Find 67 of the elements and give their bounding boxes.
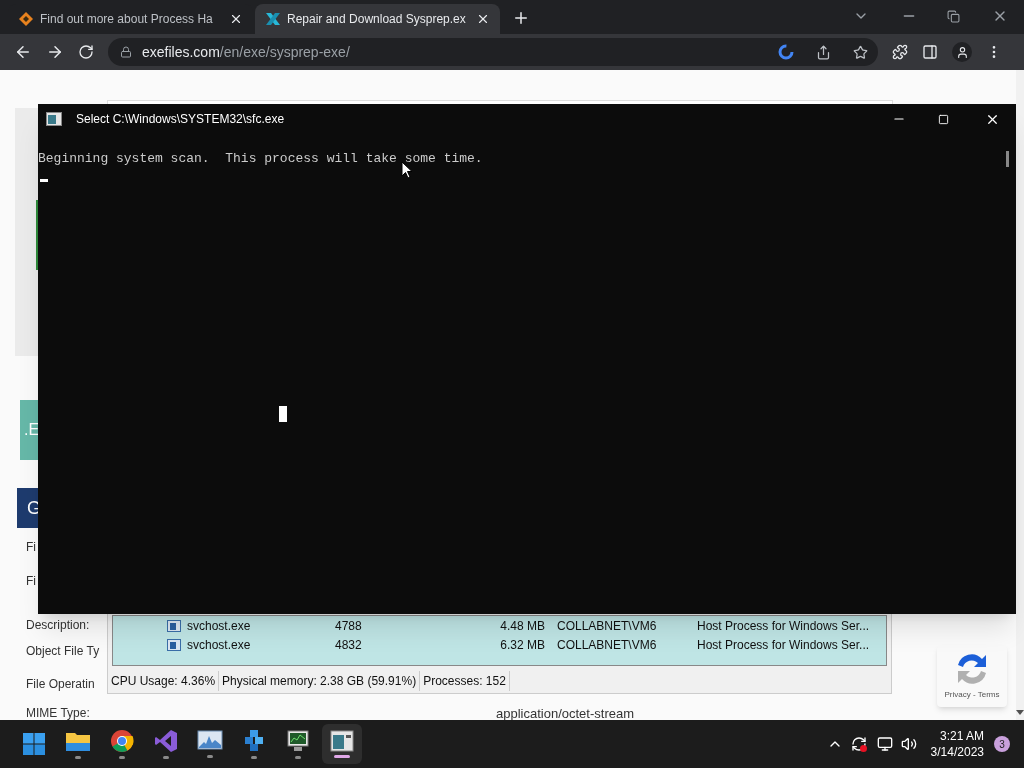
field-label: Description: xyxy=(26,617,90,634)
sync-icon[interactable] xyxy=(850,736,867,752)
diamond-icon xyxy=(18,11,34,27)
table-cell-text: Host Process for Windows Ser... xyxy=(697,617,871,635)
page-scrollbar[interactable] xyxy=(1016,70,1024,720)
table-cell-text: COLLABNET\VM6 xyxy=(557,617,658,635)
maximize-icon[interactable] xyxy=(938,113,949,125)
restore-icon[interactable] xyxy=(947,10,960,23)
lock-icon xyxy=(120,46,132,58)
star-icon[interactable] xyxy=(853,44,868,60)
profile-avatar[interactable] xyxy=(952,42,972,62)
text-cursor xyxy=(279,406,287,422)
captcha-links: Privacy - Terms xyxy=(944,689,1000,701)
table-cell-text: Host Process for Windows Ser... xyxy=(697,636,871,654)
side-panel-icon[interactable] xyxy=(922,44,938,60)
table-cell-text: 4788 xyxy=(335,617,363,635)
field-label: File Operatin xyxy=(26,676,95,693)
console-icon xyxy=(330,730,354,752)
field-label: Fi xyxy=(26,539,36,556)
task-manager-icon xyxy=(286,729,310,753)
share-icon[interactable] xyxy=(816,44,831,60)
notification-badge[interactable]: 3 xyxy=(994,736,1010,752)
table-cell-text: 6.32 MB xyxy=(499,636,545,654)
text-cursor xyxy=(40,179,48,182)
window-title: Select C:\Windows\SYSTEM32\sfc.exe xyxy=(76,111,285,128)
app-window-icon xyxy=(167,619,181,632)
reload-icon[interactable] xyxy=(78,44,94,60)
close-icon[interactable] xyxy=(476,12,490,26)
status-text: Physical memory: 2.38 GB (59.91%) xyxy=(219,671,421,691)
new-tab-icon[interactable] xyxy=(512,9,530,27)
table-cell-text: COLLABNET\VM6 xyxy=(557,636,658,654)
clock-time[interactable]: 3:21 AM xyxy=(939,728,984,744)
address-bar[interactable]: exefiles.com/en/exe/sysprep-exe/ xyxy=(108,38,878,66)
studio-icon xyxy=(154,729,178,753)
table-cell-text: 4832 xyxy=(335,636,363,654)
forward-icon[interactable] xyxy=(46,43,64,61)
table-cell-text: svchost.exe xyxy=(187,617,252,635)
app-window-icon xyxy=(167,638,181,651)
volume-icon[interactable] xyxy=(900,736,917,752)
browser-tab[interactable]: Repair and Download Sysprep.ex xyxy=(255,4,500,34)
x-logo-icon xyxy=(265,11,281,27)
field-label: Object File Ty xyxy=(26,643,100,660)
windows-logo-icon xyxy=(22,732,46,756)
close-icon[interactable] xyxy=(229,12,243,26)
console-icon xyxy=(46,112,62,126)
mouse-pointer-icon xyxy=(401,161,413,179)
field-value: application/octet-stream xyxy=(496,705,634,720)
chrome-icon xyxy=(110,729,134,753)
table-cell-text: svchost.exe xyxy=(187,636,252,654)
extensions-icon[interactable] xyxy=(892,44,908,60)
tab-title: Find out more about Process Ha xyxy=(40,11,214,28)
network-icon[interactable] xyxy=(876,736,893,752)
console-text: Beginning system scan. This process will take some time. xyxy=(38,150,484,168)
field-label: MIME Type: xyxy=(26,705,90,720)
cubes-icon xyxy=(243,729,265,753)
field-label: Fi xyxy=(26,573,36,590)
url-text: exefiles.com/en/exe/sysprep-exe/ xyxy=(142,42,350,62)
clock-date[interactable]: 3/14/2023 xyxy=(930,744,984,760)
scroll-down-icon[interactable] xyxy=(1016,710,1024,716)
back-icon[interactable] xyxy=(14,43,32,61)
scrollbar-thumb[interactable] xyxy=(1006,151,1009,167)
table-cell-text: 4.48 MB xyxy=(499,617,545,635)
status-text: Processes: 152 xyxy=(420,671,510,691)
taskbar-app[interactable] xyxy=(322,724,362,764)
chart-monitor-icon xyxy=(197,730,223,752)
status-text: CPU Usage: 4.36% xyxy=(108,671,220,691)
tab-title: Repair and Download Sysprep.ex xyxy=(287,11,467,28)
